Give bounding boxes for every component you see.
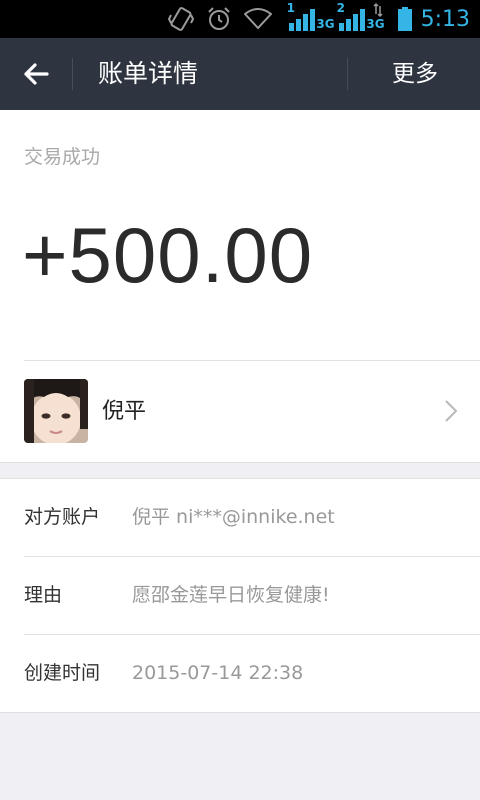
vibrate-icon xyxy=(168,7,194,31)
more-button[interactable]: 更多 xyxy=(392,38,438,110)
sim1-signal-icon: 1 3G xyxy=(287,1,335,35)
counterparty-name: 倪平 xyxy=(102,399,147,424)
sim1-network: 3G xyxy=(316,17,335,31)
arrow-left-icon xyxy=(24,63,49,85)
sim2-signal-icon: 2 3G xyxy=(337,1,385,35)
detail-label: 创建时间 xyxy=(24,662,101,684)
nav-divider xyxy=(347,58,348,90)
divider xyxy=(0,462,480,463)
detail-value: 愿邵金莲早日恢复健康! xyxy=(132,584,330,606)
sim2-network: 3G xyxy=(366,17,385,31)
battery-icon xyxy=(397,7,412,31)
transaction-summary: 交易成功 +500.00 倪平 xyxy=(0,110,480,462)
page-title: 账单详情 xyxy=(98,59,199,88)
detail-value: 2015-07-14 22:38 xyxy=(132,662,304,684)
status-right-icons: 1 3G 2 3G 5:13 xyxy=(287,0,480,38)
transaction-amount: +500.00 xyxy=(22,211,314,299)
status-left-icons xyxy=(168,0,272,38)
detail-label: 对方账户 xyxy=(24,506,101,528)
wifi-icon xyxy=(244,8,272,30)
detail-row-reason: 理由 愿邵金莲早日恢复健康! xyxy=(0,557,480,634)
transaction-details: 对方账户 倪平 ni***@innike.net 理由 愿邵金莲早日恢复健康! … xyxy=(0,479,480,713)
transaction-status: 交易成功 xyxy=(24,146,101,168)
counterparty-row[interactable]: 倪平 xyxy=(0,361,480,462)
nav-divider xyxy=(72,58,73,90)
chevron-right-icon xyxy=(445,400,458,422)
detail-row-account: 对方账户 倪平 ni***@innike.net xyxy=(0,479,480,556)
detail-label: 理由 xyxy=(24,584,63,606)
detail-row-created-time: 创建时间 2015-07-14 22:38 xyxy=(0,635,480,712)
alarm-icon xyxy=(208,7,230,30)
status-bar: 1 3G 2 3G 5:13 xyxy=(0,0,480,38)
detail-value: 倪平 ni***@innike.net xyxy=(132,506,335,528)
back-button[interactable] xyxy=(0,38,72,110)
navigation-bar: 账单详情 更多 xyxy=(0,38,480,110)
avatar xyxy=(24,379,88,443)
clock: 5:13 xyxy=(420,6,470,32)
